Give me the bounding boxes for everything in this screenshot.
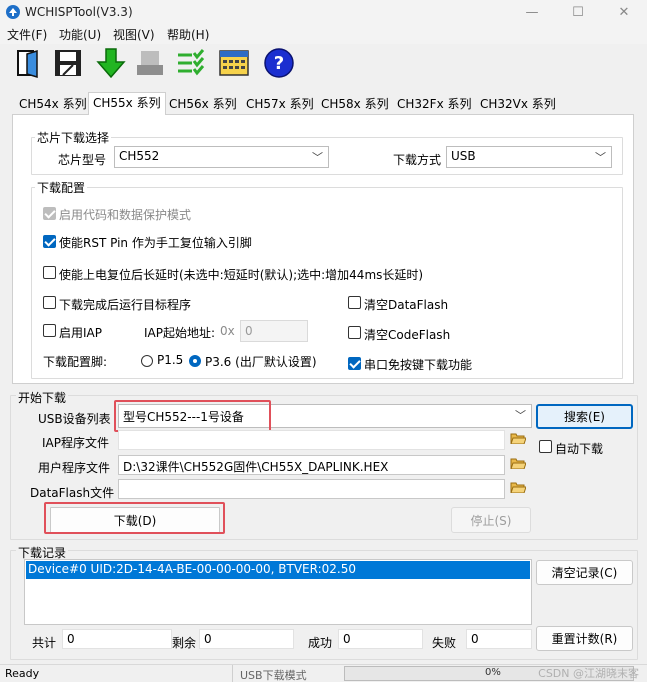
keyboard-icon[interactable] bbox=[217, 46, 251, 80]
enable-iap-label: 启用IAP bbox=[59, 326, 102, 340]
maximize-button[interactable]: ☐ bbox=[555, 0, 601, 24]
run-after-label: 下载完成后运行目标程序 bbox=[59, 298, 192, 312]
iap-addr-input[interactable]: 0 bbox=[240, 320, 308, 342]
pin-config-label: 下载配置脚: bbox=[43, 355, 108, 369]
chip-model-label: 芯片型号 bbox=[58, 153, 107, 167]
fail-count: 0 bbox=[466, 629, 532, 649]
chip-icon bbox=[133, 46, 167, 80]
status-mode: USB下载模式 bbox=[240, 669, 307, 682]
tab-ch56x[interactable]: CH56x 系列 bbox=[165, 94, 241, 114]
auto-download-label: 自动下载 bbox=[555, 442, 604, 456]
iap-file-label: IAP程序文件 bbox=[42, 436, 109, 450]
start-download-title: 开始下载 bbox=[16, 389, 69, 406]
download-mode-select[interactable]: USB ﹀ bbox=[446, 146, 612, 168]
stop-button[interactable]: 停止(S) bbox=[451, 507, 531, 533]
clear-log-button[interactable]: 清空记录(C) bbox=[536, 560, 633, 585]
menu-bar: 文件(F) 功能(U) 视图(V) 帮助(H) bbox=[0, 24, 647, 44]
user-file-input[interactable]: D:\32课件\CH552G固件\CH55X_DAPLINK.HEX bbox=[118, 455, 505, 475]
remain-label: 剩余 bbox=[172, 636, 197, 650]
svg-text:?: ? bbox=[274, 53, 284, 74]
status-divider bbox=[232, 665, 233, 682]
tab-panel: 芯片下载选择 芯片型号 CH552 ﹀ 下载方式 USB ﹀ 下载配置 启用代码和数… bbox=[12, 114, 634, 384]
fail-label: 失败 bbox=[432, 636, 457, 650]
app-window: { "window":{"title":"WCHISPTool(V3.3)"},… bbox=[0, 0, 647, 682]
pin-p36-label: P3.6 (出厂默认设置) bbox=[205, 355, 317, 369]
folder-open-icon[interactable] bbox=[510, 481, 526, 493]
pin-p15-radio[interactable] bbox=[141, 355, 153, 367]
long-delay-checkbox[interactable] bbox=[43, 266, 56, 279]
folder-open-icon[interactable] bbox=[510, 457, 526, 469]
series-tabs: CH54x 系列 CH55x 系列 CH56x 系列 CH57x 系列 CH58… bbox=[12, 92, 632, 115]
app-icon bbox=[6, 5, 20, 19]
iap-addr-prefix: 0x bbox=[220, 324, 235, 338]
tab-ch32fx[interactable]: CH32Fx 系列 bbox=[393, 94, 476, 114]
menu-help[interactable]: 帮助(H) bbox=[167, 26, 209, 43]
help-icon[interactable]: ? bbox=[262, 46, 296, 80]
checklist-icon[interactable] bbox=[173, 46, 207, 80]
iap-file-input[interactable] bbox=[118, 430, 505, 450]
minimize-button[interactable]: — bbox=[509, 0, 555, 24]
pin-p36-radio[interactable] bbox=[189, 355, 201, 367]
menu-file[interactable]: 文件(F) bbox=[7, 26, 47, 43]
dataflash-file-label: DataFlash文件 bbox=[30, 486, 115, 500]
clear-dataflash-label: 清空DataFlash bbox=[364, 298, 449, 312]
chevron-down-icon: ﹀ bbox=[595, 151, 606, 164]
download-mode-label: 下载方式 bbox=[393, 153, 442, 167]
tab-ch54x[interactable]: CH54x 系列 bbox=[15, 94, 91, 114]
download-config-title: 下载配置 bbox=[35, 179, 88, 196]
chevron-down-icon: ﹀ bbox=[515, 409, 526, 422]
title-bar: WCHISPTool(V3.3) — ☐ ✕ bbox=[0, 0, 647, 24]
status-text: Ready bbox=[5, 667, 40, 680]
chevron-down-icon: ﹀ bbox=[312, 151, 323, 164]
menu-function[interactable]: 功能(U) bbox=[59, 26, 101, 43]
serial-nokey-label: 串口免按键下载功能 bbox=[364, 358, 473, 372]
tab-ch32vx[interactable]: CH32Vx 系列 bbox=[476, 94, 560, 114]
window-title: WCHISPTool(V3.3) bbox=[25, 5, 133, 19]
close-button[interactable]: ✕ bbox=[601, 0, 647, 24]
log-list[interactable]: Device#0 UID:2D-14-4A-BE-00-00-00-00, BT… bbox=[24, 559, 532, 625]
long-delay-label: 使能上电复位后长延时(未选中:短延时(默认);选中:增加44ms长延时) bbox=[59, 268, 424, 282]
user-file-label: 用户程序文件 bbox=[38, 461, 111, 475]
exit-icon[interactable] bbox=[13, 46, 47, 80]
clear-dataflash-checkbox[interactable] bbox=[348, 296, 361, 309]
download-arrow-icon[interactable] bbox=[94, 46, 128, 80]
menu-view[interactable]: 视图(V) bbox=[113, 26, 155, 43]
search-button[interactable]: 搜索(E) bbox=[536, 404, 633, 429]
reset-count-button[interactable]: 重置计数(R) bbox=[536, 626, 633, 651]
total-label: 共计 bbox=[32, 636, 57, 650]
rst-pin-label: 使能RST Pin 作为手工复位输入引脚 bbox=[59, 236, 252, 250]
tab-ch58x[interactable]: CH58x 系列 bbox=[317, 94, 393, 114]
toolbar: ? bbox=[0, 44, 647, 86]
dataflash-file-input[interactable] bbox=[118, 479, 505, 499]
folder-open-icon[interactable] bbox=[510, 432, 526, 444]
total-count: 0 bbox=[62, 629, 172, 649]
run-after-checkbox[interactable] bbox=[43, 296, 56, 309]
progress-label: 0% bbox=[485, 667, 501, 678]
enable-iap-checkbox[interactable] bbox=[43, 324, 56, 337]
rst-pin-checkbox[interactable] bbox=[43, 235, 56, 248]
chip-model-select[interactable]: CH552 ﹀ bbox=[114, 146, 329, 168]
auto-download-checkbox[interactable] bbox=[539, 440, 552, 453]
ok-count: 0 bbox=[338, 629, 423, 649]
tab-ch57x[interactable]: CH57x 系列 bbox=[242, 94, 318, 114]
serial-nokey-checkbox[interactable] bbox=[348, 357, 361, 370]
clear-codeflash-checkbox[interactable] bbox=[348, 326, 361, 339]
log-entry[interactable]: Device#0 UID:2D-14-4A-BE-00-00-00-00, BT… bbox=[26, 561, 530, 579]
highlight-download-box bbox=[44, 502, 225, 534]
remain-count: 0 bbox=[199, 629, 294, 649]
tab-ch55x[interactable]: CH55x 系列 bbox=[88, 92, 166, 115]
pin-p15-label: P1.5 bbox=[157, 353, 184, 367]
clear-codeflash-label: 清空CodeFlash bbox=[364, 328, 451, 342]
save-icon[interactable] bbox=[51, 46, 85, 80]
chip-select-title: 芯片下载选择 bbox=[35, 129, 112, 146]
ok-label: 成功 bbox=[308, 636, 333, 650]
protect-label: 启用代码和数据保护模式 bbox=[59, 208, 192, 222]
watermark-text: CSDN @江湖晓末客 bbox=[538, 667, 639, 680]
iap-addr-label: IAP起始地址: bbox=[144, 326, 216, 340]
highlight-usb-box bbox=[114, 400, 271, 432]
protect-checkbox[interactable] bbox=[43, 207, 56, 220]
usb-list-label: USB设备列表 bbox=[38, 412, 111, 426]
